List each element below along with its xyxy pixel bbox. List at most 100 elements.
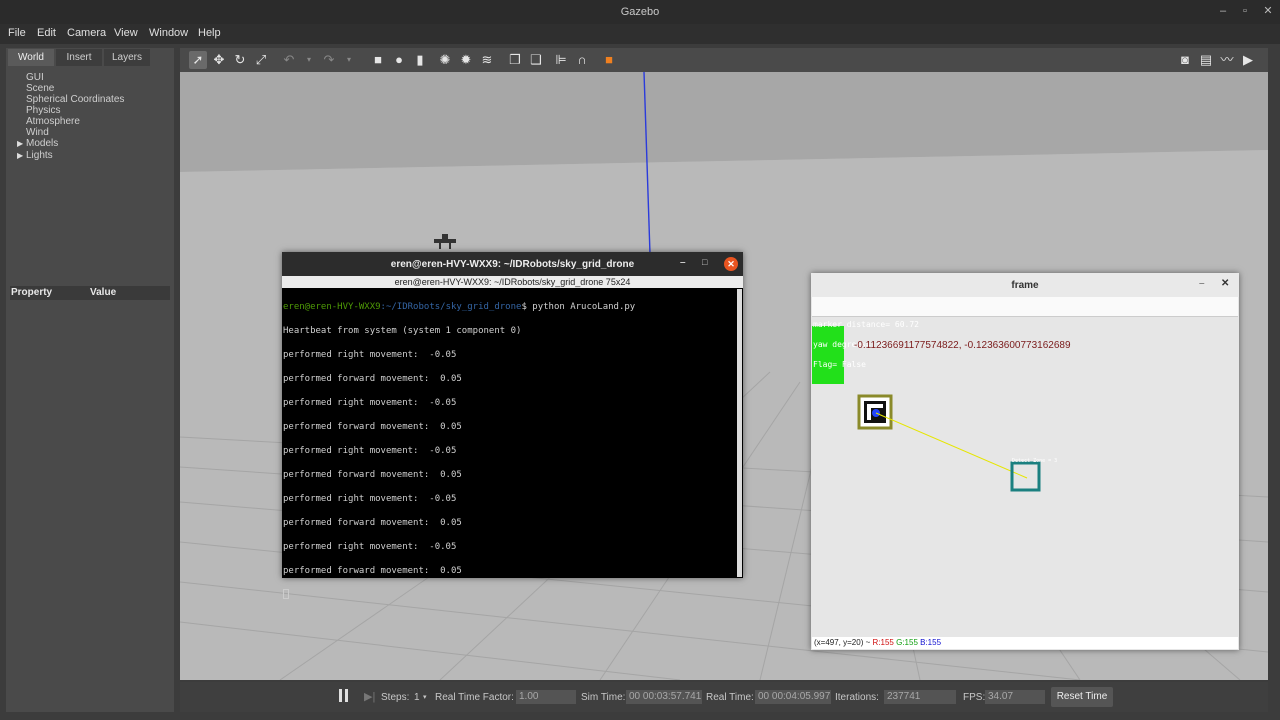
pause-icon[interactable]	[338, 689, 350, 703]
cylinder-shape-icon[interactable]: ▮	[411, 51, 429, 69]
redo-history-icon[interactable]: ▾	[340, 51, 358, 69]
terminal-line: performed right movement: -0.05	[283, 398, 457, 408]
real-time-factor-label: Real Time Factor:	[435, 692, 514, 703]
toolbar: ➚ ✥ ↻ ⤢ ↶ ▾ ↷ ▾ ■ ● ▮ ✺ ✹ ≋ ❐ ❑ ⊫ ∩ ■ ◙ …	[180, 48, 1268, 72]
steps-value[interactable]: 1	[414, 692, 420, 703]
iterations-value: 237741	[884, 690, 956, 704]
terminal-line: performed forward movement: 0.05	[283, 422, 462, 432]
undo-icon[interactable]: ↶	[280, 51, 298, 69]
frame-statusbar: (x=497, y=20) ~ R:155 G:155 B:155	[812, 637, 1238, 649]
cursor-position-text: (x=497, y=20) ~	[814, 638, 871, 647]
tree-item-physics[interactable]: Physics	[26, 105, 60, 116]
frame-minimize-icon[interactable]: –	[1199, 278, 1205, 289]
prompt-user: eren@eren-HVY-WXX9	[283, 302, 381, 312]
reset-time-button[interactable]: Reset Time	[1051, 687, 1113, 707]
prompt-path: :~/IDRobots/sky_grid_drone	[380, 302, 522, 312]
paste-icon[interactable]: ❑	[527, 51, 545, 69]
step-icon[interactable]: ▶|	[364, 690, 375, 703]
panel-tabs: World Insert Layers	[6, 48, 174, 66]
terminal-window[interactable]: eren@eren-HVY-WXX9: ~/IDRobots/sky_grid_…	[282, 252, 743, 599]
tab-world[interactable]: World	[8, 49, 54, 66]
terminal-line: performed right movement: -0.05	[283, 446, 457, 456]
expand-arrow-icon[interactable]: ▶	[17, 139, 23, 148]
undo-history-icon[interactable]: ▾	[300, 51, 318, 69]
green-value-text: G:155	[896, 638, 918, 647]
copy-icon[interactable]: ❐	[506, 51, 524, 69]
spot-light-icon[interactable]: ✹	[457, 51, 475, 69]
translate-icon[interactable]: ✥	[210, 51, 228, 69]
tree-item-wind[interactable]: Wind	[26, 127, 49, 138]
menu-view[interactable]: View	[114, 27, 138, 39]
tree-item-scene[interactable]: Scene	[26, 83, 54, 94]
terminal-line: performed forward movement: 0.05	[283, 518, 462, 528]
minimize-icon[interactable]: –	[1216, 4, 1230, 18]
terminal-title: eren@eren-HVY-WXX9: ~/IDRobots/sky_grid_…	[390, 259, 635, 270]
frame-close-icon[interactable]: ✕	[1221, 278, 1229, 289]
detection-overlay	[857, 394, 1041, 492]
steps-spinner-icon[interactable]: ▾	[423, 693, 427, 701]
tree-item-models[interactable]: Models	[26, 138, 58, 149]
terminal-minimize-icon[interactable]: –	[680, 257, 686, 268]
log-icon[interactable]: ▤	[1197, 51, 1215, 69]
terminal-output[interactable]: eren@eren-HVY-WXX9:~/IDRobots/sky_grid_d…	[283, 289, 735, 599]
menu-edit[interactable]: Edit	[37, 27, 56, 39]
frame-window[interactable]: frame – ✕ marker distance= 60.72 yaw deg…	[811, 273, 1239, 650]
terminal-line: Heartbeat from system (system 1 componen…	[283, 326, 522, 336]
sphere-shape-icon[interactable]: ●	[390, 51, 408, 69]
redo-icon[interactable]: ↷	[320, 51, 338, 69]
left-panel: World Insert Layers GUI Scene Spherical …	[6, 48, 174, 712]
terminal-line: performed right movement: -0.05	[283, 542, 457, 552]
fps-value: 34.07	[985, 690, 1045, 704]
box-shape-icon[interactable]: ■	[369, 51, 387, 69]
snap-icon[interactable]: ∩	[573, 51, 591, 69]
change-view-icon[interactable]: ■	[600, 51, 618, 69]
terminal-titlebar[interactable]: eren@eren-HVY-WXX9: ~/IDRobots/sky_grid_…	[282, 252, 743, 276]
tree-item-spherical-coordinates[interactable]: Spherical Coordinates	[26, 94, 124, 105]
point-light-icon[interactable]: ✺	[436, 51, 454, 69]
world-tree: GUI Scene Spherical Coordinates Physics …	[6, 70, 174, 290]
plot-icon[interactable]: 〰	[1218, 51, 1236, 69]
close-icon[interactable]: ✕	[1261, 4, 1275, 18]
real-time-factor-value: 1.00	[516, 690, 576, 704]
directional-light-icon[interactable]: ≋	[478, 51, 496, 69]
window-title: Gazebo	[620, 6, 660, 18]
fps-label: FPS:	[963, 692, 986, 703]
select-arrow-icon[interactable]: ➚	[189, 51, 207, 69]
terminal-cursor	[283, 589, 735, 603]
prompt-command: $ python ArucoLand.py	[521, 302, 636, 312]
terminal-line: performed right movement: -0.05	[283, 350, 457, 360]
frame-toolbar	[812, 297, 1238, 317]
expand-arrow-icon[interactable]: ▶	[17, 151, 23, 160]
align-icon[interactable]: ⊫	[552, 51, 570, 69]
tab-insert[interactable]: Insert	[56, 49, 102, 66]
tab-layers[interactable]: Layers	[104, 49, 150, 66]
blue-value-text: B:155	[920, 638, 942, 647]
menu-help[interactable]: Help	[198, 27, 221, 39]
maximize-icon[interactable]: ▫	[1238, 4, 1252, 18]
video-record-icon[interactable]: ▶	[1239, 51, 1257, 69]
terminal-line: performed forward movement: 0.05	[283, 566, 462, 576]
frame-titlebar[interactable]: frame – ✕	[811, 273, 1239, 297]
terminal-close-icon[interactable]: ✕	[724, 257, 738, 271]
screenshot-icon[interactable]: ◙	[1176, 51, 1194, 69]
property-column-header: Property	[11, 287, 53, 298]
terminal-line: performed forward movement: 0.05	[283, 374, 462, 384]
camera-image[interactable]: marker distance= 60.72 yaw degrees= 37.4…	[812, 318, 1238, 636]
menu-camera[interactable]: Camera	[67, 27, 106, 39]
rotate-icon[interactable]: ↻	[231, 51, 249, 69]
steps-label: Steps:	[381, 692, 410, 703]
menu-bar: File Edit Camera View Window Help	[0, 24, 1280, 44]
value-column-header: Value	[90, 287, 117, 298]
terminal-subtitle: eren@eren-HVY-WXX9: ~/IDRobots/sky_grid_…	[282, 276, 743, 288]
menu-window[interactable]: Window	[149, 27, 188, 39]
tree-item-lights[interactable]: Lights	[26, 150, 53, 161]
tree-item-gui[interactable]: GUI	[26, 72, 44, 83]
terminal-maximize-icon[interactable]: □	[702, 257, 707, 267]
menu-file[interactable]: File	[8, 27, 26, 39]
terminal-scrollbar[interactable]	[737, 289, 742, 577]
scale-icon[interactable]: ⤢	[252, 51, 270, 69]
window-titlebar: Gazebo – ▫ ✕	[0, 0, 1280, 24]
real-time-label: Real Time:	[706, 692, 754, 703]
tree-item-atmosphere[interactable]: Atmosphere	[26, 116, 80, 127]
detect-zone-text: Detect Zone = 3	[1012, 458, 1058, 464]
